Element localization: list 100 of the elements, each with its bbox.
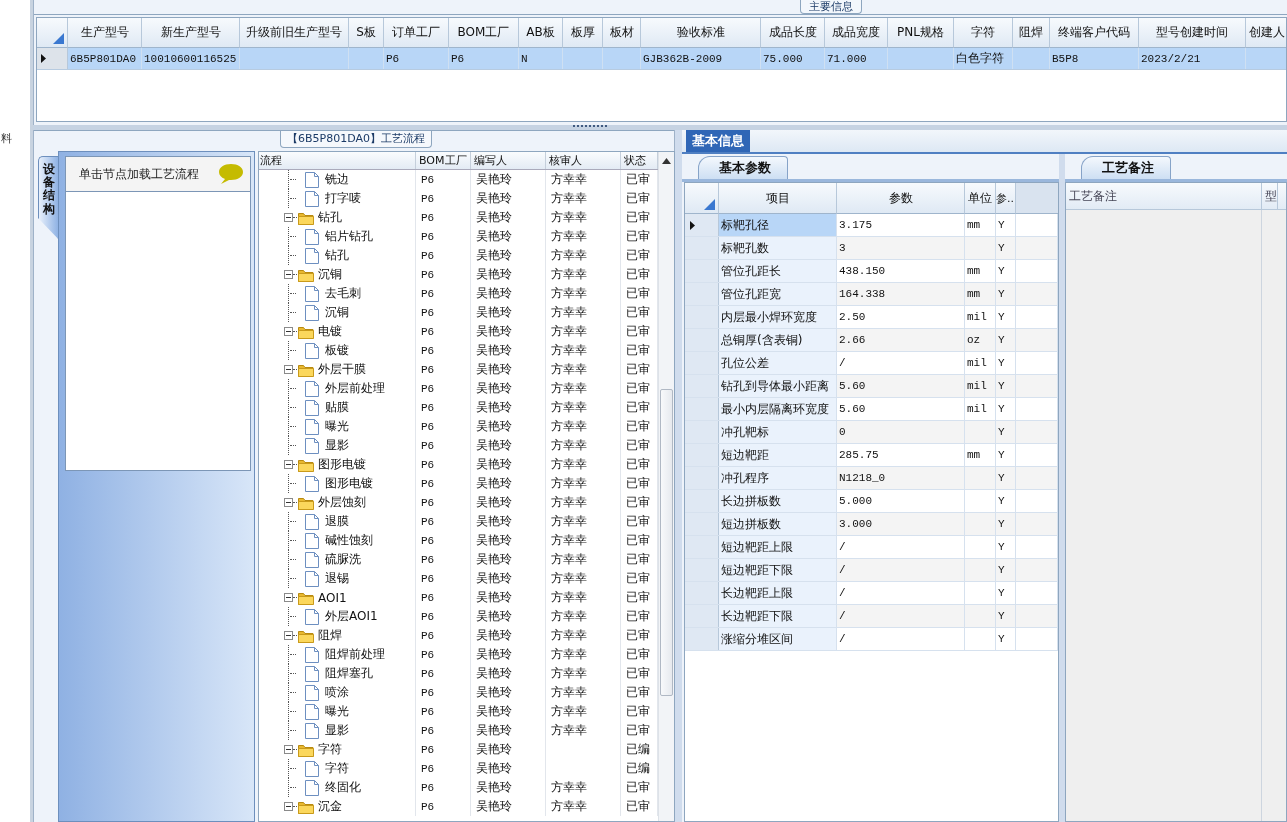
tree-item[interactable]: 阻焊前处理: [325, 646, 385, 663]
tree-item[interactable]: 贴膜: [325, 399, 349, 416]
tree-node[interactable]: 字符: [318, 741, 342, 758]
tree-node[interactable]: 外层干膜: [318, 361, 366, 378]
column-header[interactable]: 参..: [996, 183, 1016, 214]
column-header[interactable]: 工艺备注: [1066, 183, 1262, 209]
tree-item[interactable]: 沉铜: [325, 304, 349, 321]
table-cell[interactable]: 长边拼板数: [719, 490, 837, 512]
column-header[interactable]: 新生产型号: [142, 18, 240, 48]
collapse-toggle[interactable]: [284, 631, 293, 640]
vertical-tab[interactable]: 设备结构: [38, 156, 58, 239]
table-cell[interactable]: 涨缩分堆区间: [719, 628, 837, 650]
row-header[interactable]: [37, 48, 68, 69]
tree-item[interactable]: 喷涂: [325, 684, 349, 701]
table-cell[interactable]: 钻孔到导体最小距离: [719, 375, 837, 397]
tree-item[interactable]: 终固化: [325, 779, 361, 796]
table-cell[interactable]: 孔位公差: [719, 352, 837, 374]
row-header[interactable]: [685, 214, 719, 236]
table-row[interactable]: 6B5P801DA0 10010600116525 P6 P6 N GJB362B-2009 75.000 71.000 白色字符 B5P8 2023/2/21: [37, 48, 1286, 70]
table-cell[interactable]: 总铜厚(含表铜): [719, 329, 837, 351]
scrollbar[interactable]: [658, 152, 674, 821]
scrollbar-thumb[interactable]: [660, 389, 673, 696]
table-cell[interactable]: 标靶孔数: [719, 237, 837, 259]
table-cell[interactable]: 标靶孔径: [719, 214, 837, 236]
table-cell[interactable]: 短边靶距下限: [719, 559, 837, 581]
tab[interactable]: 工艺备注: [1081, 156, 1171, 179]
column-header[interactable]: 验收标准: [641, 18, 761, 48]
column-header[interactable]: 型号创建时间: [1139, 18, 1246, 48]
tree-node[interactable]: 图形电镀: [318, 456, 366, 473]
table-cell[interactable]: 短边靶距: [719, 444, 837, 466]
tree-item[interactable]: 铝片钻孔: [325, 228, 373, 245]
tree-item[interactable]: 退锡: [325, 570, 349, 587]
table-cell[interactable]: 长边靶距下限: [719, 605, 837, 627]
collapse-toggle[interactable]: [284, 802, 293, 811]
column-header[interactable]: BOM工厂: [449, 18, 519, 48]
tree-item[interactable]: 铣边: [325, 171, 349, 188]
collapse-toggle[interactable]: [284, 365, 293, 374]
column-header[interactable]: 状态: [621, 152, 658, 169]
column-header[interactable]: 板厚: [563, 18, 603, 48]
tree-item[interactable]: 碱性蚀刻: [325, 532, 373, 549]
tree-node[interactable]: 电镀: [318, 323, 342, 340]
splitter[interactable]: [1059, 154, 1065, 822]
table-cell[interactable]: 内层最小焊环宽度: [719, 306, 837, 328]
table-cell[interactable]: 短边靶距上限: [719, 536, 837, 558]
tree-item[interactable]: 板镀: [325, 342, 349, 359]
table-cell[interactable]: 管位孔距宽: [719, 283, 837, 305]
table-cell[interactable]: 管位孔距长: [719, 260, 837, 282]
collapse-toggle[interactable]: [284, 213, 293, 222]
tree-item[interactable]: 外层前处理: [325, 380, 385, 397]
tree-item[interactable]: 退膜: [325, 513, 349, 530]
column-header[interactable]: 订单工厂: [384, 18, 449, 48]
splitter-grip[interactable]: [573, 125, 607, 130]
column-header[interactable]: 项目: [719, 183, 837, 214]
column-header[interactable]: PNL规格: [888, 18, 954, 48]
column-header[interactable]: 参数: [837, 183, 965, 214]
column-header[interactable]: 核审人: [546, 152, 621, 169]
column-header[interactable]: 终端客户代码: [1050, 18, 1139, 48]
table-cell[interactable]: 短边拼板数: [719, 513, 837, 535]
tree-node[interactable]: AOI1: [318, 590, 347, 605]
tab[interactable]: 基本信息: [686, 130, 750, 152]
tree-item[interactable]: 钻孔: [325, 247, 349, 264]
table-cell[interactable]: 最小内层隔离环宽度: [719, 398, 837, 420]
tab[interactable]: 基本参数: [698, 156, 788, 179]
scroll-up-icon[interactable]: [662, 158, 671, 164]
column-header[interactable]: BOM工厂: [416, 152, 471, 169]
collapse-toggle[interactable]: [284, 498, 293, 507]
tree-item[interactable]: 去毛刺: [325, 285, 361, 302]
tree-item[interactable]: 显影: [325, 722, 349, 739]
tree-item[interactable]: 图形电镀: [325, 475, 373, 492]
column-header[interactable]: 创建人: [1246, 18, 1286, 48]
column-header[interactable]: 型: [1262, 183, 1278, 209]
column-header[interactable]: 单位: [965, 183, 996, 214]
tree-node[interactable]: 沉铜: [318, 266, 342, 283]
tree-item[interactable]: 显影: [325, 437, 349, 454]
tree-item[interactable]: 打字唛: [325, 190, 361, 207]
column-header[interactable]: 生产型号: [68, 18, 142, 48]
column-header[interactable]: 成品宽度: [825, 18, 888, 48]
tree-node[interactable]: 阻焊: [318, 627, 342, 644]
column-header[interactable]: 阻焊: [1013, 18, 1050, 48]
collapse-toggle[interactable]: [284, 593, 293, 602]
tree-node[interactable]: 沉金: [318, 798, 342, 815]
column-header[interactable]: 流程: [259, 152, 416, 169]
tree-node[interactable]: 钻孔: [318, 209, 342, 226]
column-header[interactable]: S板: [349, 18, 384, 48]
tree-item[interactable]: 外层AOI1: [325, 608, 378, 625]
table-cell[interactable]: 冲孔程序: [719, 467, 837, 489]
tree-node[interactable]: 外层蚀刻: [318, 494, 366, 511]
column-header[interactable]: 字符: [954, 18, 1013, 48]
tree-item[interactable]: 阻焊塞孔: [325, 665, 373, 682]
collapse-toggle[interactable]: [284, 327, 293, 336]
tree-item[interactable]: 字符: [325, 760, 349, 777]
column-header[interactable]: AB板: [519, 18, 563, 48]
collapse-toggle[interactable]: [284, 745, 293, 754]
tree-item[interactable]: 硫脲洗: [325, 551, 361, 568]
collapse-toggle[interactable]: [284, 460, 293, 469]
tree-item[interactable]: 曝光: [325, 703, 349, 720]
collapse-toggle[interactable]: [284, 270, 293, 279]
table-cell[interactable]: 长边靶距上限: [719, 582, 837, 604]
column-header[interactable]: 编写人: [471, 152, 546, 169]
column-header[interactable]: 升级前旧生产型号: [240, 18, 349, 48]
